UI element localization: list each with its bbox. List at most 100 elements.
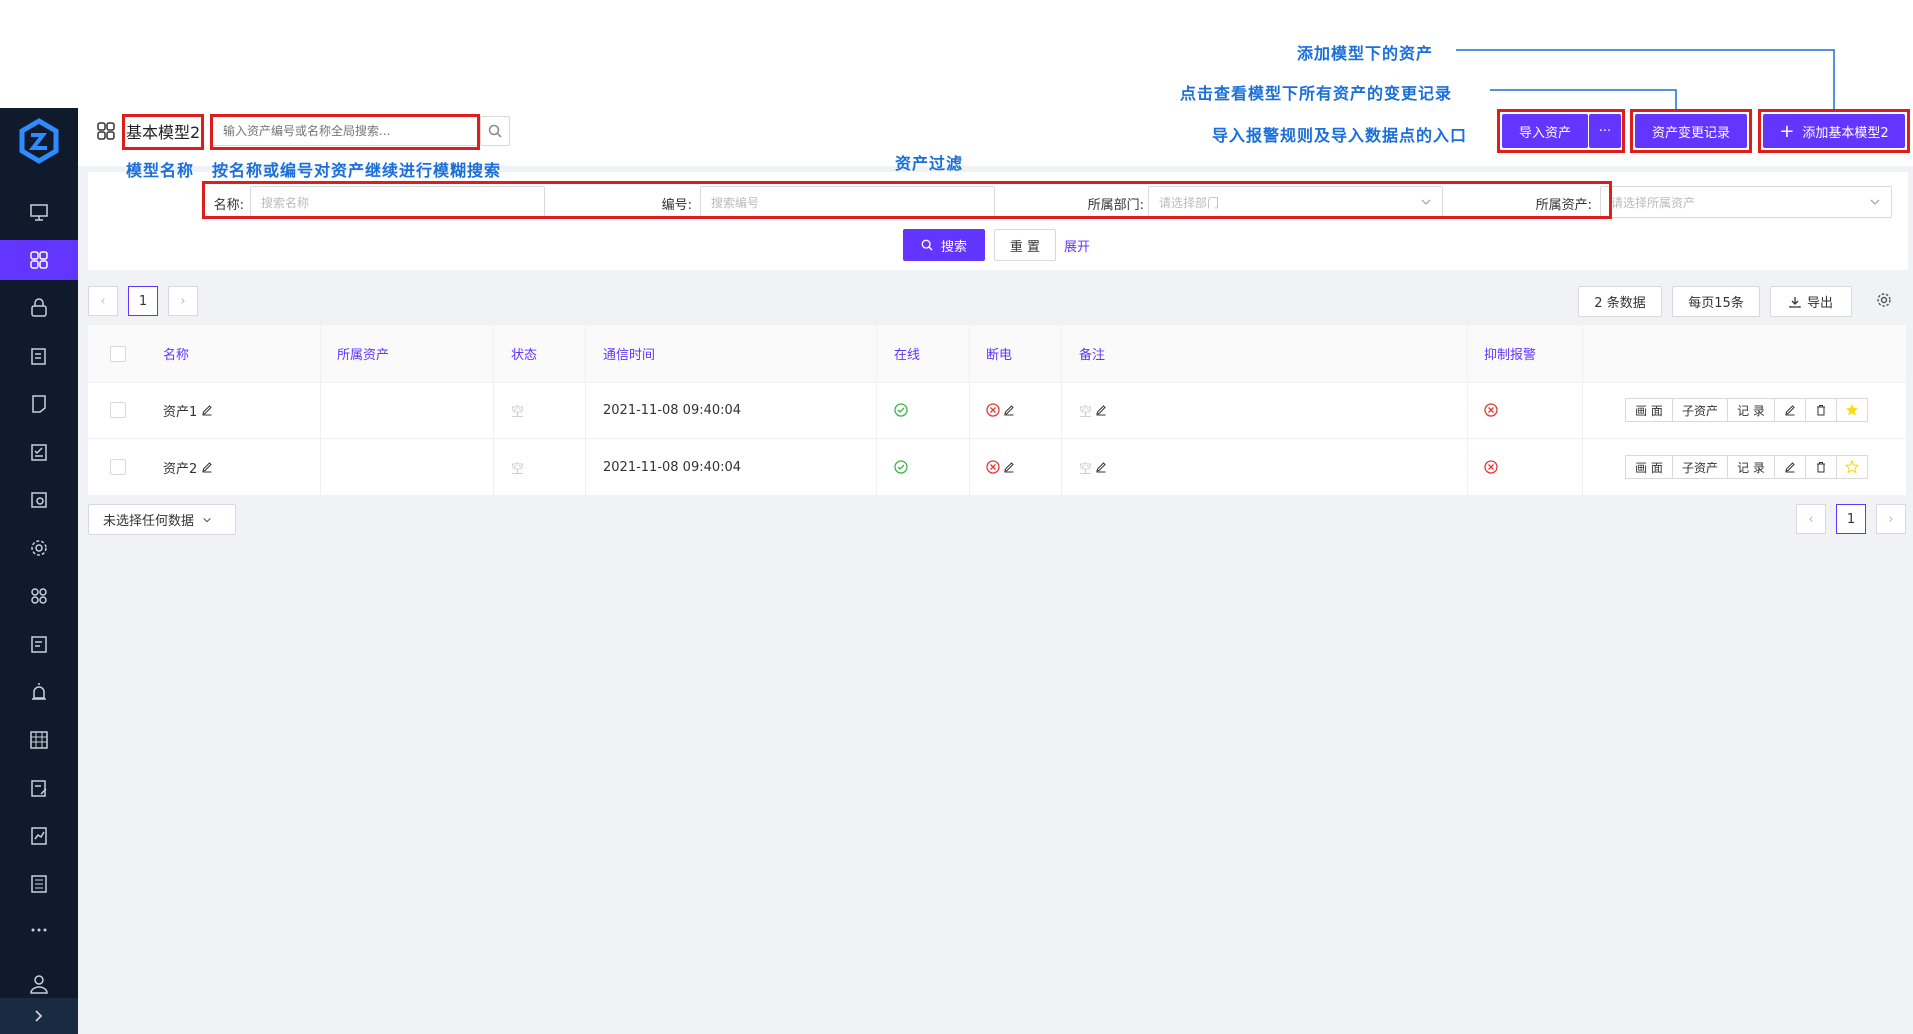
trash-icon xyxy=(1817,405,1825,416)
screen-button[interactable]: 画 面 xyxy=(1625,455,1673,479)
alarm-light-icon xyxy=(32,683,46,700)
delete-button[interactable] xyxy=(1805,398,1837,422)
filter-search-button[interactable]: 搜索 xyxy=(903,229,985,261)
column-header-status[interactable]: 状态 xyxy=(511,325,537,382)
sidebar-item-settings[interactable] xyxy=(0,528,78,568)
close-circle-icon xyxy=(986,460,1000,474)
filter-reset-button[interactable]: 重 置 xyxy=(994,229,1056,261)
column-header-name[interactable]: 名称 xyxy=(163,325,189,382)
sidebar-item-document[interactable] xyxy=(0,384,78,424)
record-button[interactable]: 记 录 xyxy=(1727,455,1775,479)
sub-asset-button[interactable]: 子资产 xyxy=(1672,398,1728,422)
sidebar-item-checklist[interactable] xyxy=(0,432,78,472)
asset-time: 2021-11-08 09:40:04 xyxy=(603,402,742,418)
sidebar-expand-toggle[interactable] xyxy=(0,998,78,1034)
star-button[interactable] xyxy=(1836,398,1868,422)
close-circle-icon xyxy=(986,403,1000,417)
sidebar-item-edit[interactable] xyxy=(0,336,78,376)
trash-icon xyxy=(1817,462,1825,473)
monitor-icon xyxy=(30,204,48,221)
ellipsis-icon xyxy=(31,928,47,932)
annotation-asset-filter: 资产过滤 xyxy=(895,154,964,173)
pencil-icon xyxy=(1785,462,1795,473)
record-button[interactable]: 记 录 xyxy=(1727,398,1775,422)
table-settings-button[interactable] xyxy=(1876,292,1894,310)
lock-icon xyxy=(31,298,47,317)
footer-page-number-1[interactable]: 1 xyxy=(1836,504,1866,534)
delete-button[interactable] xyxy=(1805,455,1837,479)
column-header-parent[interactable]: 所属资产 xyxy=(337,325,389,382)
sidebar-item-lock[interactable] xyxy=(0,288,78,328)
pencil-icon[interactable] xyxy=(1003,404,1015,416)
annotation-import-entry: 导入报警规则及导入数据点的入口 xyxy=(1212,126,1468,145)
user-icon xyxy=(30,975,48,994)
column-header-time[interactable]: 通信时间 xyxy=(603,325,655,382)
close-circle-icon xyxy=(1484,403,1498,417)
table-icon xyxy=(30,731,48,749)
data-count-badge: 2 条数据 xyxy=(1578,286,1662,317)
sidebar-item-monitor[interactable] xyxy=(0,192,78,232)
filter-expand-link[interactable]: 展开 xyxy=(1064,236,1090,255)
apps-icon xyxy=(31,588,47,604)
chevron-down-icon xyxy=(203,517,211,522)
sidebar-item-list[interactable] xyxy=(0,864,78,904)
per-page-select[interactable]: 每页15条 xyxy=(1672,286,1760,317)
pencil-icon[interactable] xyxy=(1003,461,1015,473)
sidebar-item-notes[interactable] xyxy=(0,624,78,664)
filter-asset-placeholder: 请选择所属资产 xyxy=(1611,195,1696,210)
edit-button[interactable] xyxy=(1774,455,1806,479)
chevron-right-icon xyxy=(35,1010,43,1022)
notes-icon xyxy=(31,636,47,653)
select-all-checkbox[interactable] xyxy=(110,345,126,362)
filter-asset-select[interactable]: 请选择所属资产 xyxy=(1600,186,1892,218)
sidebar-item-table[interactable] xyxy=(0,720,78,760)
sidebar-item-models[interactable] xyxy=(0,240,78,280)
asset-status: 空 xyxy=(511,404,525,420)
column-header-suppress[interactable]: 抑制报警 xyxy=(1484,325,1536,382)
grid-icon xyxy=(30,251,48,269)
export-button[interactable]: 导出 xyxy=(1770,286,1852,317)
column-header-power[interactable]: 断电 xyxy=(986,325,1012,382)
search-icon xyxy=(921,239,933,251)
pencil-icon[interactable] xyxy=(201,404,213,416)
sub-asset-button[interactable]: 子资产 xyxy=(1672,455,1728,479)
star-outline-icon xyxy=(1845,460,1859,474)
annotation-add-assets: 添加模型下的资产 xyxy=(1297,44,1434,63)
asset-name[interactable]: 资产1 xyxy=(163,401,197,420)
sidebar xyxy=(0,108,78,1034)
sidebar-item-apps[interactable] xyxy=(0,576,78,616)
form-edit-icon xyxy=(31,780,47,797)
check-circle-icon xyxy=(894,460,908,474)
report-search-icon xyxy=(31,492,47,508)
sidebar-item-alarm[interactable] xyxy=(0,672,78,712)
pencil-icon[interactable] xyxy=(201,461,213,473)
next-page-button[interactable]: › xyxy=(168,286,198,316)
screen-button[interactable]: 画 面 xyxy=(1625,398,1673,422)
list-icon xyxy=(31,875,47,893)
selection-dropdown[interactable]: 未选择任何数据 xyxy=(88,504,236,535)
edit-button[interactable] xyxy=(1774,398,1806,422)
asset-remark: 空 xyxy=(1079,404,1093,420)
filter-search-label: 搜索 xyxy=(940,239,967,255)
highlight-filter xyxy=(202,181,1612,219)
star-filled-icon xyxy=(1846,404,1858,416)
asset-name[interactable]: 资产2 xyxy=(163,458,197,477)
column-header-remark[interactable]: 备注 xyxy=(1079,325,1105,382)
page-number-1[interactable]: 1 xyxy=(128,286,158,316)
pencil-icon[interactable] xyxy=(1095,461,1107,473)
column-header-online[interactable]: 在线 xyxy=(894,325,920,382)
sidebar-item-more[interactable] xyxy=(0,910,78,950)
check-circle-icon xyxy=(894,403,908,417)
sidebar-item-report[interactable] xyxy=(0,480,78,520)
sidebar-item-forms[interactable] xyxy=(0,768,78,808)
footer-next-page-button[interactable]: › xyxy=(1876,504,1906,534)
star-button[interactable] xyxy=(1836,455,1868,479)
asset-time: 2021-11-08 09:40:04 xyxy=(603,459,742,475)
footer-prev-page-button[interactable]: ‹ xyxy=(1796,504,1826,534)
row-checkbox[interactable] xyxy=(110,459,126,475)
prev-page-button[interactable]: ‹ xyxy=(88,286,118,316)
sidebar-item-dashboard[interactable] xyxy=(0,816,78,856)
row-checkbox[interactable] xyxy=(110,402,126,418)
document-icon xyxy=(32,395,46,413)
pencil-icon[interactable] xyxy=(1095,404,1107,416)
